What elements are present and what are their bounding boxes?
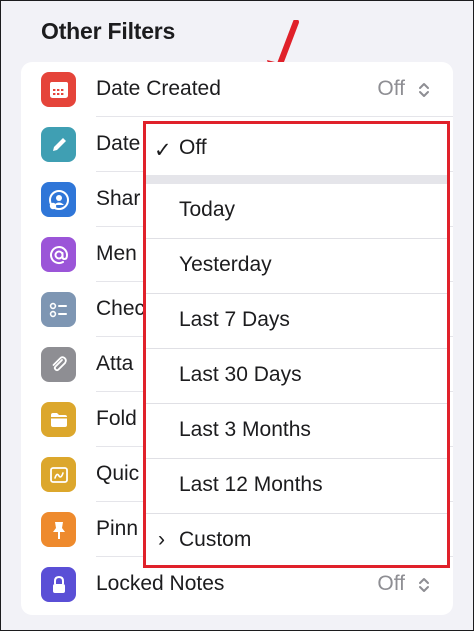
- chevron-right-icon: ›: [158, 528, 165, 551]
- menu-item-label: Last 7 Days: [179, 308, 290, 331]
- menu-section-divider: [146, 175, 447, 184]
- row-label: Atta: [96, 352, 134, 375]
- menu-item-last-12-months[interactable]: Last 12 Months: [146, 459, 447, 514]
- lock-icon: [41, 567, 76, 602]
- menu-item-label: Yesterday: [179, 253, 272, 276]
- menu-item-custom[interactable]: › Custom: [146, 514, 447, 565]
- checkmark-icon: ✓: [154, 139, 172, 162]
- row-label: Shar: [96, 187, 141, 210]
- row-value: Off: [377, 572, 405, 595]
- menu-item-today[interactable]: Today: [146, 184, 447, 239]
- chevron-updown-icon: [419, 578, 429, 592]
- quick-note-icon: [41, 457, 76, 492]
- menu-item-label: Custom: [179, 528, 252, 551]
- date-filter-menu: ✓ Off Today Yesterday Last 7 Days Last 3…: [143, 121, 450, 568]
- menu-item-label: Today: [179, 198, 236, 221]
- menu-item-label: Last 3 Months: [179, 418, 311, 441]
- row-value: Off: [377, 77, 405, 100]
- row-label: Date: [96, 132, 141, 155]
- row-label: Quic: [96, 462, 140, 485]
- checklist-icon: [41, 292, 76, 327]
- paperclip-icon: [41, 347, 76, 382]
- menu-item-last-7-days[interactable]: Last 7 Days: [146, 294, 447, 349]
- at-sign-icon: [41, 237, 76, 272]
- row-label: Locked Notes: [96, 572, 225, 595]
- section-title: Other Filters: [41, 18, 176, 44]
- folder-icon: [41, 402, 76, 437]
- menu-item-label: Last 12 Months: [179, 473, 323, 496]
- row-date-created[interactable]: Date Created Off: [21, 62, 453, 117]
- menu-item-label: Last 30 Days: [179, 363, 302, 386]
- row-label: Chec: [96, 297, 146, 320]
- row-label: Pinn: [96, 517, 139, 540]
- row-label: Men: [96, 242, 137, 265]
- chevron-updown-icon: [419, 83, 429, 97]
- shared-person-icon: [41, 182, 76, 217]
- row-label: Fold: [96, 407, 137, 430]
- menu-item-last-30-days[interactable]: Last 30 Days: [146, 349, 447, 404]
- row-label: Date Created: [96, 77, 221, 100]
- menu-item-last-3-months[interactable]: Last 3 Months: [146, 404, 447, 459]
- pencil-icon: [41, 127, 76, 162]
- menu-item-off[interactable]: ✓ Off: [146, 124, 447, 175]
- calendar-icon: [41, 72, 76, 107]
- menu-item-yesterday[interactable]: Yesterday: [146, 239, 447, 294]
- menu-item-label: Off: [179, 136, 207, 159]
- pin-icon: [41, 512, 76, 547]
